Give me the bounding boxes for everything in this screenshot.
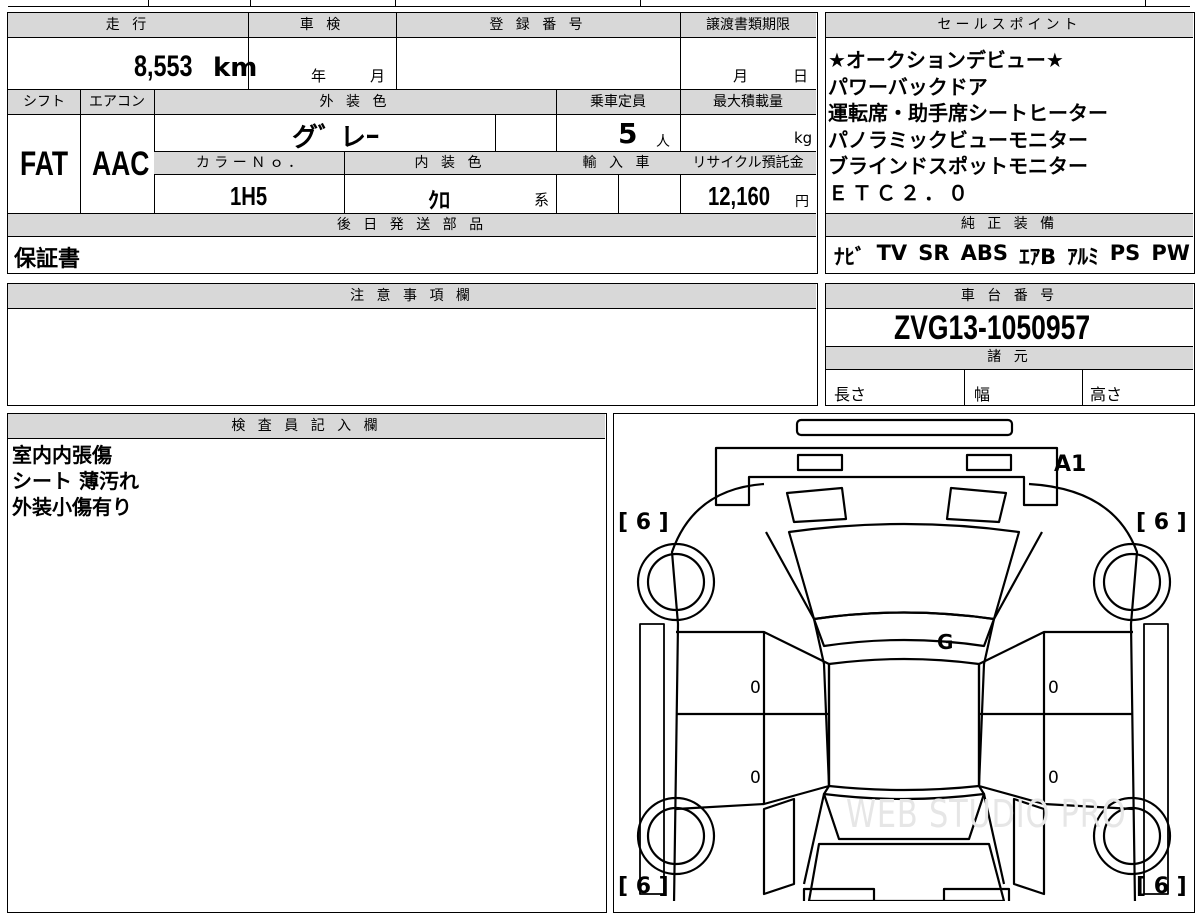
aircon-value: AAC <box>92 145 150 183</box>
notes-label: 注 意 事 項 欄 <box>8 284 816 308</box>
chassis-box: 車 台 番 号 ZVG13-1050957 諸 元 長さ 幅 高さ <box>825 283 1195 406</box>
chassis-label: 車 台 番 号 <box>826 284 1193 308</box>
recycle-fee-unit: 円 <box>795 194 809 210</box>
chassis-number: ZVG13-1050957 <box>894 309 1091 347</box>
sales-point-item: ★オークションデビュー★ <box>828 48 1064 72</box>
specs-label: 諸 元 <box>826 347 1193 369</box>
equipment-item: SR <box>918 241 950 265</box>
transfer-day-unit: 日 <box>793 67 809 85</box>
mileage-value: 8,553 <box>134 50 193 83</box>
tire-tread-front-right: [ 6 ] <box>1136 874 1187 899</box>
damage-mark-windshield: G <box>937 630 954 654</box>
sales-point-item: ブラインドスポットモニター <box>828 154 1088 178</box>
sales-point-item: ＥＴＣ２．０ <box>828 180 972 205</box>
inspector-line: 室内内張傷 <box>12 443 112 467</box>
interior-color-value: ｸﾛ <box>428 189 451 214</box>
shift-label: シフト <box>8 92 80 112</box>
inspector-notes: 室内内張傷 シート 薄汚れ 外装小傷有り <box>12 442 139 520</box>
vehicle-info-grid: 走 行 車 検 登 録 番 号 譲渡書類期限 8,553 km 年 月 月 日 … <box>7 12 818 274</box>
damage-mark-rear-left-door: 0 <box>750 768 761 788</box>
sales-points-label: セールスポイント <box>826 13 1193 37</box>
interior-color-suffix: 系 <box>534 191 550 209</box>
max-load-label: 最大積載量 <box>680 92 816 112</box>
damage-mark-front-left-door: 0 <box>750 678 761 698</box>
equipment-item: ｴｱB <box>1019 245 1057 269</box>
sales-points-box: セールスポイント ★オークションデビュー★ パワーバックドア 運転席・助手席シー… <box>825 12 1195 274</box>
equipment-item: ABS <box>960 241 1008 265</box>
inspector-line: シート 薄汚れ <box>12 469 139 493</box>
interior-color-label: 内 装 色 <box>344 153 556 173</box>
sales-points-list: ★オークションデビュー★ パワーバックドア 運転席・助手席シートヒーター パノラ… <box>828 47 1192 206</box>
spec-height-label: 高さ <box>1090 385 1123 404</box>
mileage-label: 走 行 <box>8 15 248 35</box>
recycle-fee-value: 12,160 <box>708 181 771 211</box>
damage-mark-rear-right-door: 0 <box>1048 768 1059 788</box>
sales-point-item: パワーバックドア <box>828 74 988 99</box>
inspector-box: 検 査 員 記 入 欄 室内内張傷 シート 薄汚れ 外装小傷有り <box>7 413 607 913</box>
recycle-fee-label: リサイクル預託金 <box>680 153 816 173</box>
shaken-month-unit: 月 <box>370 67 386 85</box>
standard-equipment-label: 純 正 装 備 <box>826 214 1193 236</box>
transfer-deadline-label: 譲渡書類期限 <box>680 15 816 35</box>
equipment-item: PS <box>1109 241 1141 265</box>
spec-length-label: 長さ <box>834 385 867 404</box>
shaken-year-unit: 年 <box>311 67 327 85</box>
transfer-month-unit: 月 <box>733 67 749 85</box>
standard-equipment-list: ﾅﾋﾞ TV SR ABS ｴｱB ｱﾙﾐ PS PW <box>834 241 1190 271</box>
diagram-watermark: WEB STUDIO PRO <box>846 792 1127 836</box>
capacity-value: 5 <box>618 117 638 150</box>
equipment-item: TV <box>876 241 908 265</box>
top-strip <box>0 0 1200 8</box>
color-no-label: カ ラ ー Ｎ ｏ ． <box>154 153 344 173</box>
tire-tread-rear-left: [ 6 ] <box>618 510 669 535</box>
notes-box: 注 意 事 項 欄 <box>7 283 818 406</box>
max-load-unit: kg <box>794 129 813 147</box>
later-shipment-label: 後 日 発 送 部 品 <box>8 215 816 235</box>
capacity-label: 乗車定員 <box>556 92 680 112</box>
equipment-item: PW <box>1151 241 1190 265</box>
later-shipment-value: 保証書 <box>14 247 81 272</box>
sales-point-item: 運転席・助手席シートヒーター <box>828 101 1108 125</box>
aircon-label: エアコン <box>80 92 154 112</box>
exterior-color-value: グﾞ レｰ <box>292 123 380 153</box>
sales-point-item: パノラミックビューモニター <box>828 127 1088 152</box>
tire-tread-rear-right: [ 6 ] <box>1136 510 1187 535</box>
inspector-line: 外装小傷有り <box>12 495 132 519</box>
exterior-color-label: 外 装 色 <box>154 92 556 112</box>
damage-mark-front-right-door: 0 <box>1048 678 1059 698</box>
damage-mark-rear-right: A1 <box>1054 452 1087 477</box>
capacity-unit: 人 <box>656 134 670 150</box>
color-no-value: 1H5 <box>230 181 268 211</box>
registration-label: 登 録 番 号 <box>396 15 680 35</box>
shift-value: FAT <box>20 145 69 183</box>
mileage-unit: km <box>213 53 258 83</box>
spec-width-label: 幅 <box>974 385 991 404</box>
equipment-item: ｱﾙﾐ <box>1067 245 1099 269</box>
import-car-label: 輸 入 車 <box>556 153 680 173</box>
equipment-item: ﾅﾋﾞ <box>834 245 866 269</box>
tire-tread-front-left: [ 6 ] <box>618 874 669 899</box>
car-diagram: WEB STUDIO PRO A1 G 0 0 0 0 [ 6 ] [ 6 ] … <box>613 413 1195 913</box>
shaken-label: 車 検 <box>248 15 396 35</box>
inspector-label: 検 査 員 記 入 欄 <box>8 414 605 438</box>
